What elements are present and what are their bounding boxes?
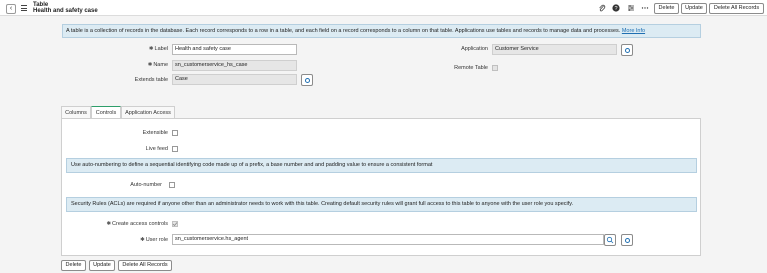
- svg-text:?: ?: [614, 6, 617, 12]
- footer-delete-all-records-button[interactable]: Delete All Records: [118, 260, 172, 271]
- activity-settings-icon[interactable]: [627, 4, 635, 12]
- user-role-info-button[interactable]: [621, 234, 633, 246]
- hamburger-menu-icon[interactable]: [21, 5, 27, 11]
- update-button[interactable]: Update: [681, 3, 707, 14]
- application-label: Application: [461, 46, 488, 52]
- paperclip-icon[interactable]: [598, 4, 606, 12]
- user-role-lookup-button[interactable]: [604, 234, 616, 246]
- label-input[interactable]: Health and safety case: [172, 44, 297, 55]
- auto-number-label: Auto-number: [130, 182, 162, 188]
- delete-all-records-button[interactable]: Delete All Records: [709, 3, 764, 14]
- acl-info-message: Security Rules (ACLs) are required if an…: [66, 197, 697, 212]
- user-role-input[interactable]: sn_customerservice.hs_agent: [172, 234, 604, 245]
- application-input: Customer Service: [492, 44, 617, 55]
- delete-button[interactable]: Delete: [654, 3, 679, 14]
- name-input: sn_customerservice_hs_case: [172, 60, 297, 71]
- auto-number-info-message: Use auto-numbering to define a sequentia…: [66, 158, 697, 173]
- back-button[interactable]: ‹: [6, 4, 16, 14]
- remote-table-checkbox: [492, 65, 498, 71]
- application-info-button[interactable]: [621, 44, 633, 56]
- help-icon[interactable]: ?: [612, 4, 620, 12]
- search-icon: [606, 236, 614, 244]
- create-access-controls-label: ✱Create access controls: [106, 221, 168, 227]
- required-icon: ✱: [140, 237, 145, 243]
- create-access-controls-checkbox: [172, 221, 178, 227]
- live-feed-label: Live feed: [145, 146, 168, 152]
- extends-table-label: Extends table: [134, 77, 168, 83]
- more-options-icon[interactable]: [641, 4, 649, 12]
- record-title: Health and safety case: [33, 8, 98, 14]
- extensible-label: Extensible: [142, 130, 168, 136]
- form-header: ‹ Table Health and safety case ? Delete …: [0, 0, 767, 16]
- name-field-label: ✱Name: [147, 62, 168, 68]
- info-icon: [625, 238, 630, 243]
- table-info-text: A table is a collection of records in th…: [66, 28, 621, 34]
- info-icon: [625, 48, 630, 53]
- required-icon: ✱: [147, 62, 153, 68]
- auto-number-checkbox[interactable]: [169, 182, 175, 188]
- footer-delete-button[interactable]: Delete: [61, 260, 86, 271]
- info-icon: [305, 78, 310, 83]
- more-info-link[interactable]: More Info: [622, 28, 645, 34]
- checkmark-icon: [172, 222, 178, 227]
- user-role-label: ✱User role: [140, 237, 168, 243]
- required-icon: ✱: [148, 46, 154, 52]
- footer-update-button[interactable]: Update: [89, 260, 115, 271]
- extensible-checkbox[interactable]: [172, 130, 178, 136]
- label-field-label: ✱Label: [148, 46, 168, 52]
- table-info-message: A table is a collection of records in th…: [62, 24, 701, 38]
- required-icon: ✱: [106, 221, 112, 227]
- extends-table-input: Case: [172, 74, 297, 85]
- extends-table-info-button[interactable]: [301, 74, 313, 86]
- live-feed-checkbox[interactable]: [172, 146, 178, 152]
- remote-table-label: Remote Table: [454, 65, 488, 71]
